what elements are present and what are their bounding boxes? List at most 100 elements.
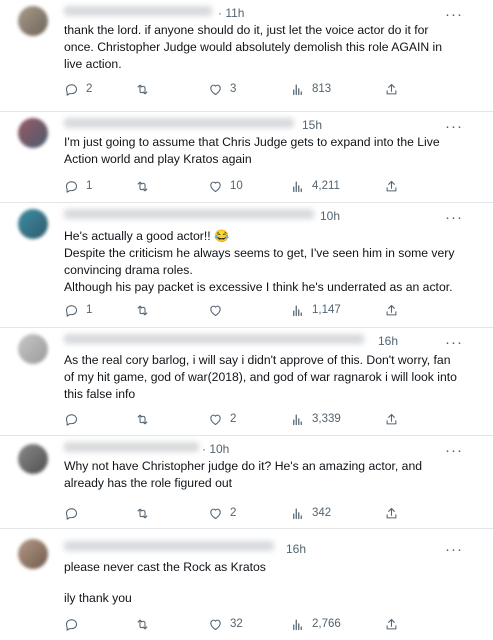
reply-button[interactable]: 2 (64, 80, 92, 98)
reply-text-line: I'm just going to assume that Chris Judg… (64, 135, 440, 166)
reply-text: I'm just going to assume that Chris Judg… (64, 134, 461, 168)
repost-icon (137, 508, 148, 518)
more-options-icon[interactable]: ··· (445, 119, 463, 134)
reply-text-line: Despite the criticism he always seems to… (64, 246, 455, 277)
heart-icon (210, 84, 221, 95)
reply-count: 2 (86, 83, 93, 95)
repost-button[interactable] (135, 410, 157, 428)
views-icon (293, 181, 302, 192)
reply-icon (65, 413, 78, 426)
view-count: 4,211 (312, 180, 340, 192)
views-icon (293, 414, 302, 425)
timestamp[interactable]: 15h (302, 118, 322, 132)
like-button[interactable]: 2 (208, 410, 236, 428)
share-icon (386, 618, 397, 629)
more-options-icon[interactable]: ··· (445, 542, 463, 557)
like-button[interactable] (208, 301, 230, 319)
action-bar: 2 3,339 (64, 410, 463, 428)
reply-icon (65, 618, 78, 631)
reply-icon (65, 180, 78, 193)
like-count: 10 (230, 180, 243, 192)
reply-card[interactable]: 15h ··· I'm just going to assume that Ch… (0, 112, 493, 203)
views-button[interactable]: 1,147 (290, 301, 341, 319)
like-button[interactable]: 2 (208, 504, 236, 522)
reply-button[interactable] (64, 410, 86, 428)
replies-feed: · 11h ··· thank the lord. if anyone shou… (0, 0, 493, 640)
like-count: 3 (230, 83, 237, 95)
like-button[interactable]: 32 (208, 615, 243, 633)
share-button[interactable] (384, 177, 399, 195)
reply-card[interactable]: · 10h ··· Why not have Christopher judge… (0, 436, 493, 529)
more-options-icon[interactable]: ··· (445, 210, 463, 225)
views-button[interactable]: 342 (290, 504, 331, 522)
reply-text-line: Although his pay packet is excessive I t… (64, 280, 453, 294)
reply-icon (65, 507, 78, 520)
avatar[interactable] (18, 118, 48, 148)
reply-text-line: ily thank you (64, 591, 132, 605)
timestamp[interactable]: · 10h (202, 442, 229, 456)
author-name-redacted (64, 442, 199, 452)
like-count: 2 (230, 507, 237, 519)
repost-icon (137, 619, 148, 629)
views-button[interactable]: 2,766 (290, 615, 341, 633)
repost-button[interactable] (135, 615, 157, 633)
like-button[interactable]: 3 (208, 80, 236, 98)
like-count: 32 (230, 618, 243, 630)
share-icon (386, 180, 397, 191)
reply-card[interactable]: · 11h ··· thank the lord. if anyone shou… (0, 0, 493, 112)
author-name-redacted (64, 6, 212, 16)
avatar[interactable] (18, 209, 48, 239)
like-count: 2 (230, 413, 237, 425)
share-icon (386, 413, 397, 424)
views-button[interactable]: 3,339 (290, 410, 341, 428)
reply-button[interactable] (64, 504, 86, 522)
avatar[interactable] (18, 539, 48, 569)
reply-button[interactable]: 1 (64, 177, 92, 195)
share-button[interactable] (384, 410, 399, 428)
repost-button[interactable] (135, 177, 157, 195)
reply-card[interactable]: 10h ··· He's actually a good actor!! 😂 D… (0, 203, 493, 328)
timestamp[interactable]: 16h (286, 542, 306, 556)
reply-text-line: Why not have Christopher judge do it? He… (64, 459, 423, 490)
reply-button[interactable] (64, 615, 86, 633)
reply-text: He's actually a good actor!! 😂 Despite t… (64, 228, 461, 296)
view-count: 813 (312, 83, 332, 95)
reply-text-line: please never cast the Rock as Kratos (64, 560, 266, 574)
action-bar: 1 10 4,211 (64, 177, 463, 195)
avatar[interactable] (18, 334, 48, 364)
share-button[interactable] (384, 615, 399, 633)
share-button[interactable] (384, 80, 399, 98)
reply-text: As the real cory barlog, i will say i di… (64, 352, 461, 403)
views-icon (293, 508, 302, 519)
reply-count: 1 (86, 180, 93, 192)
view-count: 1,147 (312, 304, 341, 316)
author-name-redacted (64, 541, 274, 551)
reply-icon (65, 83, 78, 96)
reply-card[interactable]: 16h ··· As the real cory barlog, i will … (0, 328, 493, 436)
reply-button[interactable]: 1 (64, 301, 92, 319)
action-bar: 32 2,766 (64, 615, 463, 633)
timestamp[interactable]: 10h (320, 209, 340, 223)
repost-button[interactable] (135, 504, 157, 522)
reply-card[interactable]: 16h ··· please never cast the Rock as Kr… (0, 529, 493, 640)
like-button[interactable]: 10 (208, 177, 243, 195)
more-options-icon[interactable]: ··· (445, 443, 463, 458)
repost-button[interactable] (135, 301, 157, 319)
views-icon (293, 305, 302, 316)
repost-button[interactable] (135, 80, 157, 98)
timestamp[interactable]: · 11h (218, 6, 244, 20)
share-icon (386, 507, 397, 518)
action-bar: 1 1,147 (64, 301, 463, 319)
share-button[interactable] (384, 301, 399, 319)
heart-icon (210, 508, 221, 519)
reply-text-line: As the real cory barlog, i will say i di… (64, 353, 457, 401)
avatar[interactable] (18, 6, 48, 36)
avatar[interactable] (18, 444, 48, 474)
repost-icon (137, 84, 148, 94)
views-button[interactable]: 4,211 (290, 177, 340, 195)
views-button[interactable]: 813 (290, 80, 331, 98)
more-options-icon[interactable]: ··· (445, 335, 463, 350)
more-options-icon[interactable]: ··· (445, 7, 463, 22)
timestamp[interactable]: 16h (378, 334, 398, 348)
share-button[interactable] (384, 504, 399, 522)
